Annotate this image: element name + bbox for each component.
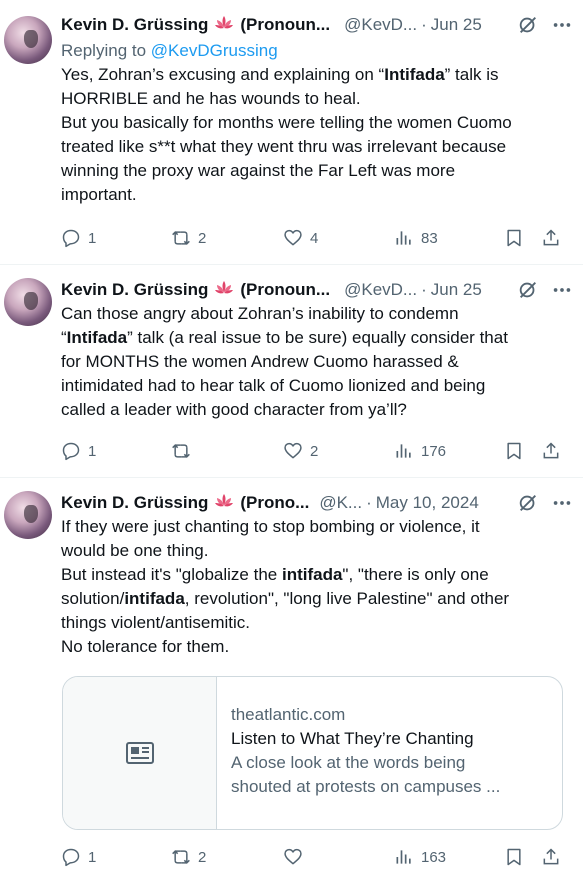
- views-button[interactable]: 176: [394, 441, 446, 461]
- tweet-date[interactable]: Jun 25: [431, 280, 482, 300]
- card-thumbnail: [63, 677, 217, 829]
- avatar[interactable]: [4, 491, 52, 539]
- tweet[interactable]: Kevin D. Grüssing (Pronoun... @KevD... ·…: [0, 265, 583, 478]
- author-pronouns[interactable]: (Pronoun...: [240, 15, 330, 35]
- tweet-header: Kevin D. Grüssing (Pronoun... @KevD... ·…: [61, 13, 573, 37]
- repost-button[interactable]: [171, 441, 198, 461]
- card-description: A close look at the words being shouted …: [231, 753, 501, 796]
- tweet-header: Kevin D. Grüssing (Pronoun... @KevD... ·…: [61, 278, 573, 302]
- author-pronouns[interactable]: (Pronoun...: [240, 280, 330, 300]
- card-title: Listen to What They’re Chanting: [231, 729, 474, 748]
- lotus-emoji-icon: [214, 493, 234, 514]
- bookmark-icon: [507, 229, 521, 247]
- share-icon: [543, 229, 559, 246]
- avatar[interactable]: [4, 16, 52, 64]
- author-name[interactable]: Kevin D. Grüssing: [61, 493, 208, 513]
- author-handle[interactable]: @K...: [319, 493, 362, 513]
- bookmark-icon: [507, 442, 521, 460]
- bookmark-button[interactable]: [504, 441, 524, 461]
- tweet-date[interactable]: Jun 25: [431, 15, 482, 35]
- author-handle[interactable]: @KevD...: [344, 280, 417, 300]
- separator-dot: ·: [421, 280, 427, 299]
- tweet[interactable]: Kevin D. Grüssing (Pronoun... @KevD... ·…: [0, 0, 583, 265]
- grok-icon[interactable]: [517, 279, 539, 301]
- tweet-text: Can those angry about Zohran’s inability…: [61, 304, 508, 419]
- grok-icon[interactable]: [517, 14, 539, 36]
- author-name[interactable]: Kevin D. Grüssing: [61, 280, 208, 300]
- share-icon: [543, 442, 559, 459]
- tweet-actions: 1 2 4 83: [61, 227, 569, 249]
- reply-icon: [62, 442, 80, 461]
- reply-icon: [62, 229, 80, 248]
- tweet-header: Kevin D. Grüssing (Prono... @K... · May …: [61, 491, 573, 515]
- heart-icon: [284, 442, 302, 459]
- card-text: theatlantic.com Listen to What They’re C…: [217, 677, 514, 829]
- more-icon[interactable]: [551, 14, 573, 36]
- repost-icon: [172, 444, 190, 458]
- share-button[interactable]: [541, 228, 561, 248]
- reply-button[interactable]: 1: [61, 847, 96, 867]
- heart-icon: [284, 848, 302, 865]
- bookmark-button[interactable]: [504, 847, 524, 867]
- share-icon: [543, 848, 559, 865]
- separator-dot: ·: [366, 493, 372, 512]
- repost-icon: [172, 231, 190, 245]
- views-button[interactable]: 163: [394, 847, 446, 867]
- replying-to: Replying to @KevDGrussing: [61, 41, 278, 60]
- separator-dot: ·: [421, 15, 427, 34]
- reply-button[interactable]: 1: [61, 228, 96, 248]
- repost-button[interactable]: 2: [171, 847, 206, 867]
- reply-icon: [62, 848, 80, 867]
- author-pronouns[interactable]: (Prono...: [240, 493, 309, 513]
- tweet-text: If they were just chanting to stop bombi…: [61, 517, 510, 656]
- lotus-emoji-icon: [214, 280, 234, 301]
- views-icon: [396, 231, 411, 245]
- more-icon[interactable]: [551, 279, 573, 301]
- avatar[interactable]: [4, 278, 52, 326]
- bookmark-icon: [507, 848, 521, 866]
- repost-icon: [172, 850, 190, 864]
- grok-icon[interactable]: [517, 492, 539, 514]
- like-button[interactable]: 4: [283, 228, 318, 248]
- author-handle[interactable]: @KevD...: [344, 15, 417, 35]
- more-icon[interactable]: [551, 492, 573, 514]
- tweet-actions: 1 2 176: [61, 440, 569, 462]
- like-button[interactable]: [283, 847, 310, 867]
- repost-button[interactable]: 2: [171, 228, 206, 248]
- views-button[interactable]: 83: [394, 228, 438, 248]
- share-button[interactable]: [541, 441, 561, 461]
- article-icon: [125, 742, 154, 764]
- reply-button[interactable]: 1: [61, 441, 96, 461]
- share-button[interactable]: [541, 847, 561, 867]
- views-icon: [396, 850, 411, 864]
- link-card[interactable]: theatlantic.com Listen to What They’re C…: [62, 676, 563, 830]
- tweet-text: Yes, Zohran’s excusing and explaining on…: [61, 65, 512, 204]
- tweet-date[interactable]: May 10, 2024: [376, 493, 479, 513]
- tweet-actions: 1 2 163: [61, 846, 569, 868]
- replying-to-link[interactable]: @KevDGrussing: [151, 41, 278, 60]
- lotus-emoji-icon: [214, 15, 234, 36]
- author-name[interactable]: Kevin D. Grüssing: [61, 15, 208, 35]
- bookmark-button[interactable]: [504, 228, 524, 248]
- heart-icon: [284, 229, 302, 246]
- card-domain: theatlantic.com: [231, 705, 346, 724]
- views-icon: [396, 444, 411, 458]
- like-button[interactable]: 2: [283, 441, 318, 461]
